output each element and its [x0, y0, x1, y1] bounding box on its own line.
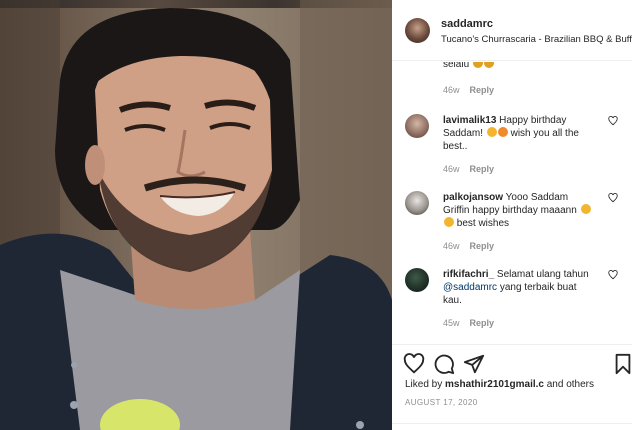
commenter-avatar[interactable] [405, 114, 429, 138]
comments-list: selalu 46w Reply lavimalik13 Happy birthd… [392, 62, 632, 345]
comment-icon[interactable] [433, 353, 455, 375]
like-comment-heart-icon[interactable] [608, 116, 618, 126]
party-emoji-icon [483, 62, 494, 68]
instagram-post-view: saddamrc Tucano's Churrascaria - Brazili… [0, 0, 632, 430]
comment-text: rifkifachri_ Selamat ulang tahun @saddam… [443, 269, 589, 306]
comment-username[interactable]: lavimalik13 [443, 115, 496, 126]
post-location[interactable]: Tucano's Churrascaria - Brazilian BBQ & … [441, 34, 632, 45]
like-comment-heart-icon[interactable] [608, 193, 618, 203]
mention-link[interactable]: @saddamrc [443, 282, 497, 293]
comment-text: selalu [443, 62, 595, 71]
author-avatar[interactable] [405, 18, 430, 43]
post-photo[interactable] [0, 0, 392, 430]
likes-others-link[interactable]: and others [547, 379, 594, 390]
post-side-panel: saddamrc Tucano's Churrascaria - Brazili… [392, 0, 632, 430]
post-header: saddamrc Tucano's Churrascaria - Brazili… [392, 0, 632, 61]
comment-age: 45w [443, 318, 460, 328]
like-comment-heart-icon[interactable] [608, 270, 618, 280]
comment-text: palkojansow Yooo Saddam Griffin happy bi… [443, 191, 595, 230]
reply-button[interactable]: Reply [470, 85, 495, 95]
fire-emoji-icon [580, 204, 591, 214]
commenter-avatar[interactable] [405, 268, 429, 292]
liker-username[interactable]: mshathir2101gmail.c [445, 379, 544, 390]
reply-button[interactable]: Reply [470, 164, 495, 174]
reply-button[interactable]: Reply [470, 241, 495, 251]
comment-age: 46w [443, 85, 460, 95]
comment-age: 46w [443, 164, 460, 174]
comment-text: lavimalik13 Happy birthday Saddam! wish … [443, 115, 579, 152]
comment-age: 46w [443, 241, 460, 251]
comment-meta: 46w Reply [443, 164, 494, 174]
party-emoji-icon [472, 62, 483, 68]
fire-emoji-icon [444, 217, 454, 227]
commenter-avatar[interactable] [405, 191, 429, 215]
heart-icon[interactable] [403, 353, 425, 375]
photo-illustration [0, 0, 392, 430]
comment-meta: 46w Reply [443, 241, 494, 251]
comment-username[interactable]: rifkifachri_ [443, 269, 494, 280]
reply-button[interactable]: Reply [470, 318, 495, 328]
share-icon[interactable] [463, 353, 485, 375]
add-comment-area[interactable] [392, 423, 632, 430]
bookmark-icon[interactable] [612, 353, 632, 375]
author-username[interactable]: saddamrc [441, 18, 493, 30]
comment-meta: 46w Reply [443, 85, 494, 95]
smile-emoji-icon [497, 127, 508, 137]
post-actions: Liked by mshathir2101gmail.c and others … [392, 344, 632, 430]
comment-meta: 45w Reply [443, 318, 494, 328]
likes-summary: Liked by mshathir2101gmail.c and others [405, 379, 595, 390]
post-date: AUGUST 17, 2020 [405, 398, 478, 407]
smile-emoji-icon [486, 127, 497, 137]
comment-username[interactable]: palkojansow [443, 192, 503, 203]
